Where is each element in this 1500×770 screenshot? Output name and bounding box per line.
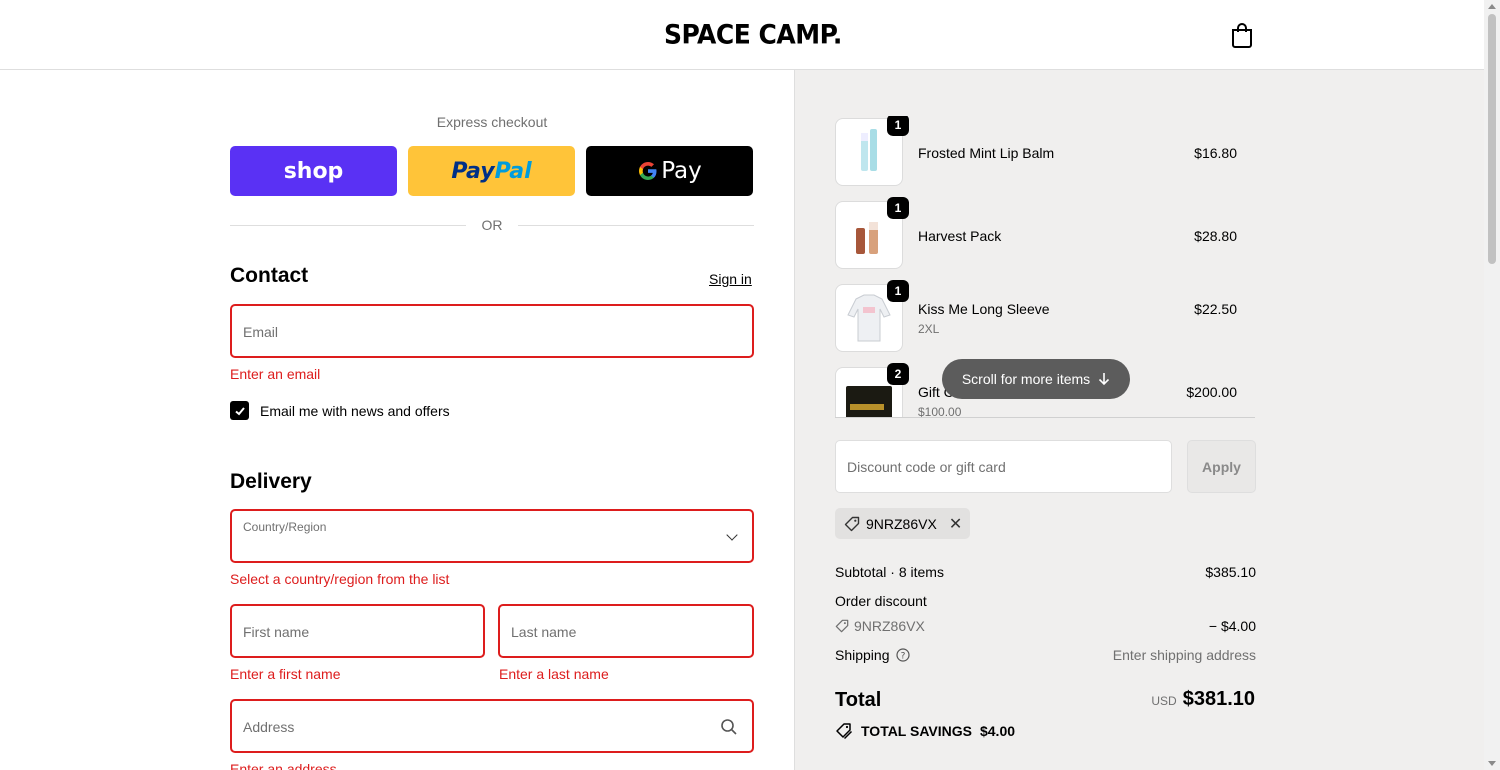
item-price: $200.00 bbox=[1186, 384, 1237, 400]
cart-item: 1 Harvest Pack $28.80 bbox=[835, 197, 1245, 271]
scroll-hint-label: Scroll for more items bbox=[961, 371, 1091, 387]
order-discount-label: Order discount bbox=[835, 593, 927, 609]
email-placeholder: Email bbox=[243, 324, 279, 340]
country-label: Country/Region bbox=[243, 520, 327, 534]
newsletter-label: Email me with news and offers bbox=[260, 403, 450, 419]
sign-in-link[interactable]: Sign in bbox=[709, 271, 752, 287]
savings-value: $4.00 bbox=[979, 723, 1016, 739]
last-name-field[interactable]: Last name bbox=[498, 604, 754, 658]
first-name-error: Enter a first name bbox=[230, 666, 341, 682]
country-select[interactable]: Country/Region bbox=[230, 509, 754, 563]
help-icon[interactable]: ? bbox=[895, 648, 910, 662]
or-divider: OR bbox=[230, 216, 754, 236]
subtotal-value: $385.10 bbox=[1205, 564, 1256, 580]
remove-discount-icon[interactable]: ✕ bbox=[949, 514, 962, 534]
order-discount-code-row: 9NRZ86VX − $4.00 bbox=[835, 618, 1256, 636]
paypal-label-pal: Pal bbox=[494, 158, 532, 184]
discount-placeholder: Discount code or gift card bbox=[847, 459, 1006, 475]
email-error: Enter an email bbox=[230, 366, 321, 382]
total-value-wrap: USD $381.10 bbox=[1151, 688, 1255, 711]
applied-discount-chip: 9NRZ86VX ✕ bbox=[835, 508, 970, 539]
google-pay-button[interactable]: Pay bbox=[586, 146, 753, 196]
item-name: Harvest Pack bbox=[918, 228, 1002, 244]
address-placeholder: Address bbox=[243, 719, 295, 735]
cart-item: 1 Frosted Mint Lip Balm $16.80 bbox=[835, 116, 1245, 188]
newsletter-checkbox[interactable] bbox=[230, 401, 249, 420]
shop-pay-label: shop bbox=[283, 158, 344, 184]
discount-code-input[interactable]: Discount code or gift card bbox=[835, 440, 1172, 493]
total-currency: USD bbox=[1151, 694, 1177, 708]
first-name-placeholder: First name bbox=[243, 624, 310, 640]
item-variant: $100.00 bbox=[918, 405, 962, 418]
order-discount-value: − $4.00 bbox=[1208, 618, 1256, 634]
last-name-error: Enter a last name bbox=[499, 666, 609, 682]
scroll-up-icon[interactable] bbox=[1488, 4, 1496, 9]
item-variant: 2XL bbox=[918, 322, 940, 336]
paypal-button[interactable]: Pay Pal bbox=[408, 146, 575, 196]
total-savings: TOTAL SAVINGS $4.00 bbox=[835, 722, 1015, 740]
shopping-bag-icon[interactable] bbox=[1230, 22, 1254, 48]
page-scrollbar-thumb[interactable] bbox=[1488, 14, 1496, 264]
product-thumbnail: 2 bbox=[835, 363, 909, 417]
apply-discount-button[interactable]: Apply bbox=[1187, 440, 1256, 493]
search-icon bbox=[721, 719, 737, 735]
address-error: Enter an address bbox=[230, 761, 337, 770]
header: SPACE CAMP. bbox=[0, 0, 1484, 70]
country-error: Select a country/region from the list bbox=[230, 571, 450, 587]
tag-icon bbox=[844, 516, 860, 531]
tag-icon bbox=[835, 619, 849, 633]
product-thumbnail: 1 bbox=[835, 116, 909, 186]
quantity-badge: 1 bbox=[887, 116, 909, 136]
checkmark-icon bbox=[234, 406, 245, 415]
product-thumbnail: 1 bbox=[835, 197, 909, 269]
page-scrollbar[interactable] bbox=[1484, 0, 1500, 770]
google-g-icon bbox=[639, 162, 657, 180]
shipping-label: Shipping bbox=[835, 647, 890, 663]
express-checkout-label: Express checkout bbox=[436, 114, 548, 130]
item-name: Kiss Me Long Sleeve bbox=[918, 301, 1050, 317]
store-logo[interactable]: SPACE CAMP. bbox=[664, 19, 842, 49]
first-name-field[interactable]: First name bbox=[230, 604, 485, 658]
order-discount-row: Order discount bbox=[835, 593, 1256, 609]
address-field[interactable]: Address bbox=[230, 699, 754, 753]
delivery-heading: Delivery bbox=[230, 470, 312, 493]
subtotal-row: Subtotal · 8 items $385.10 bbox=[835, 564, 1256, 580]
quantity-badge: 1 bbox=[887, 197, 909, 219]
quantity-badge: 1 bbox=[887, 280, 909, 302]
arrow-down-icon bbox=[1099, 373, 1110, 386]
paypal-label-pay: Pay bbox=[451, 158, 495, 184]
google-pay-label: Pay bbox=[661, 158, 702, 184]
savings-label: TOTAL SAVINGS bbox=[861, 723, 972, 739]
item-name: Frosted Mint Lip Balm bbox=[918, 145, 1055, 161]
cart-item: 1 Kiss Me Long Sleeve 2XL $22.50 bbox=[835, 280, 1245, 354]
applied-code: 9NRZ86VX bbox=[866, 515, 937, 532]
last-name-placeholder: Last name bbox=[511, 624, 577, 640]
order-summary: 1 Frosted Mint Lip Balm $16.80 1 Harvest… bbox=[794, 70, 1484, 770]
checkout-form: Express checkout shop Pay Pal Pay OR Cont… bbox=[0, 71, 794, 770]
chevron-down-icon bbox=[726, 529, 738, 541]
subtotal-label: Subtotal · 8 items bbox=[835, 564, 944, 580]
shipping-value: Enter shipping address bbox=[1112, 647, 1256, 663]
tags-icon bbox=[836, 723, 853, 740]
quantity-badge: 2 bbox=[887, 363, 909, 385]
contact-heading: Contact bbox=[230, 264, 309, 287]
total-value: $381.10 bbox=[1182, 688, 1255, 710]
scroll-down-icon[interactable] bbox=[1488, 761, 1496, 766]
svg-text:?: ? bbox=[900, 652, 905, 662]
shipping-row: Shipping ? Enter shipping address bbox=[835, 647, 1256, 663]
item-price: $22.50 bbox=[1194, 301, 1237, 317]
product-thumbnail: 1 bbox=[835, 280, 909, 352]
item-price: $16.80 bbox=[1194, 145, 1237, 161]
email-field[interactable]: Email bbox=[230, 304, 754, 358]
order-discount-code: 9NRZ86VX bbox=[854, 618, 925, 634]
item-price: $28.80 bbox=[1194, 228, 1237, 244]
shop-pay-button[interactable]: shop bbox=[230, 146, 397, 196]
total-label: Total bbox=[835, 689, 882, 711]
scroll-for-more-button[interactable]: Scroll for more items bbox=[942, 359, 1130, 399]
